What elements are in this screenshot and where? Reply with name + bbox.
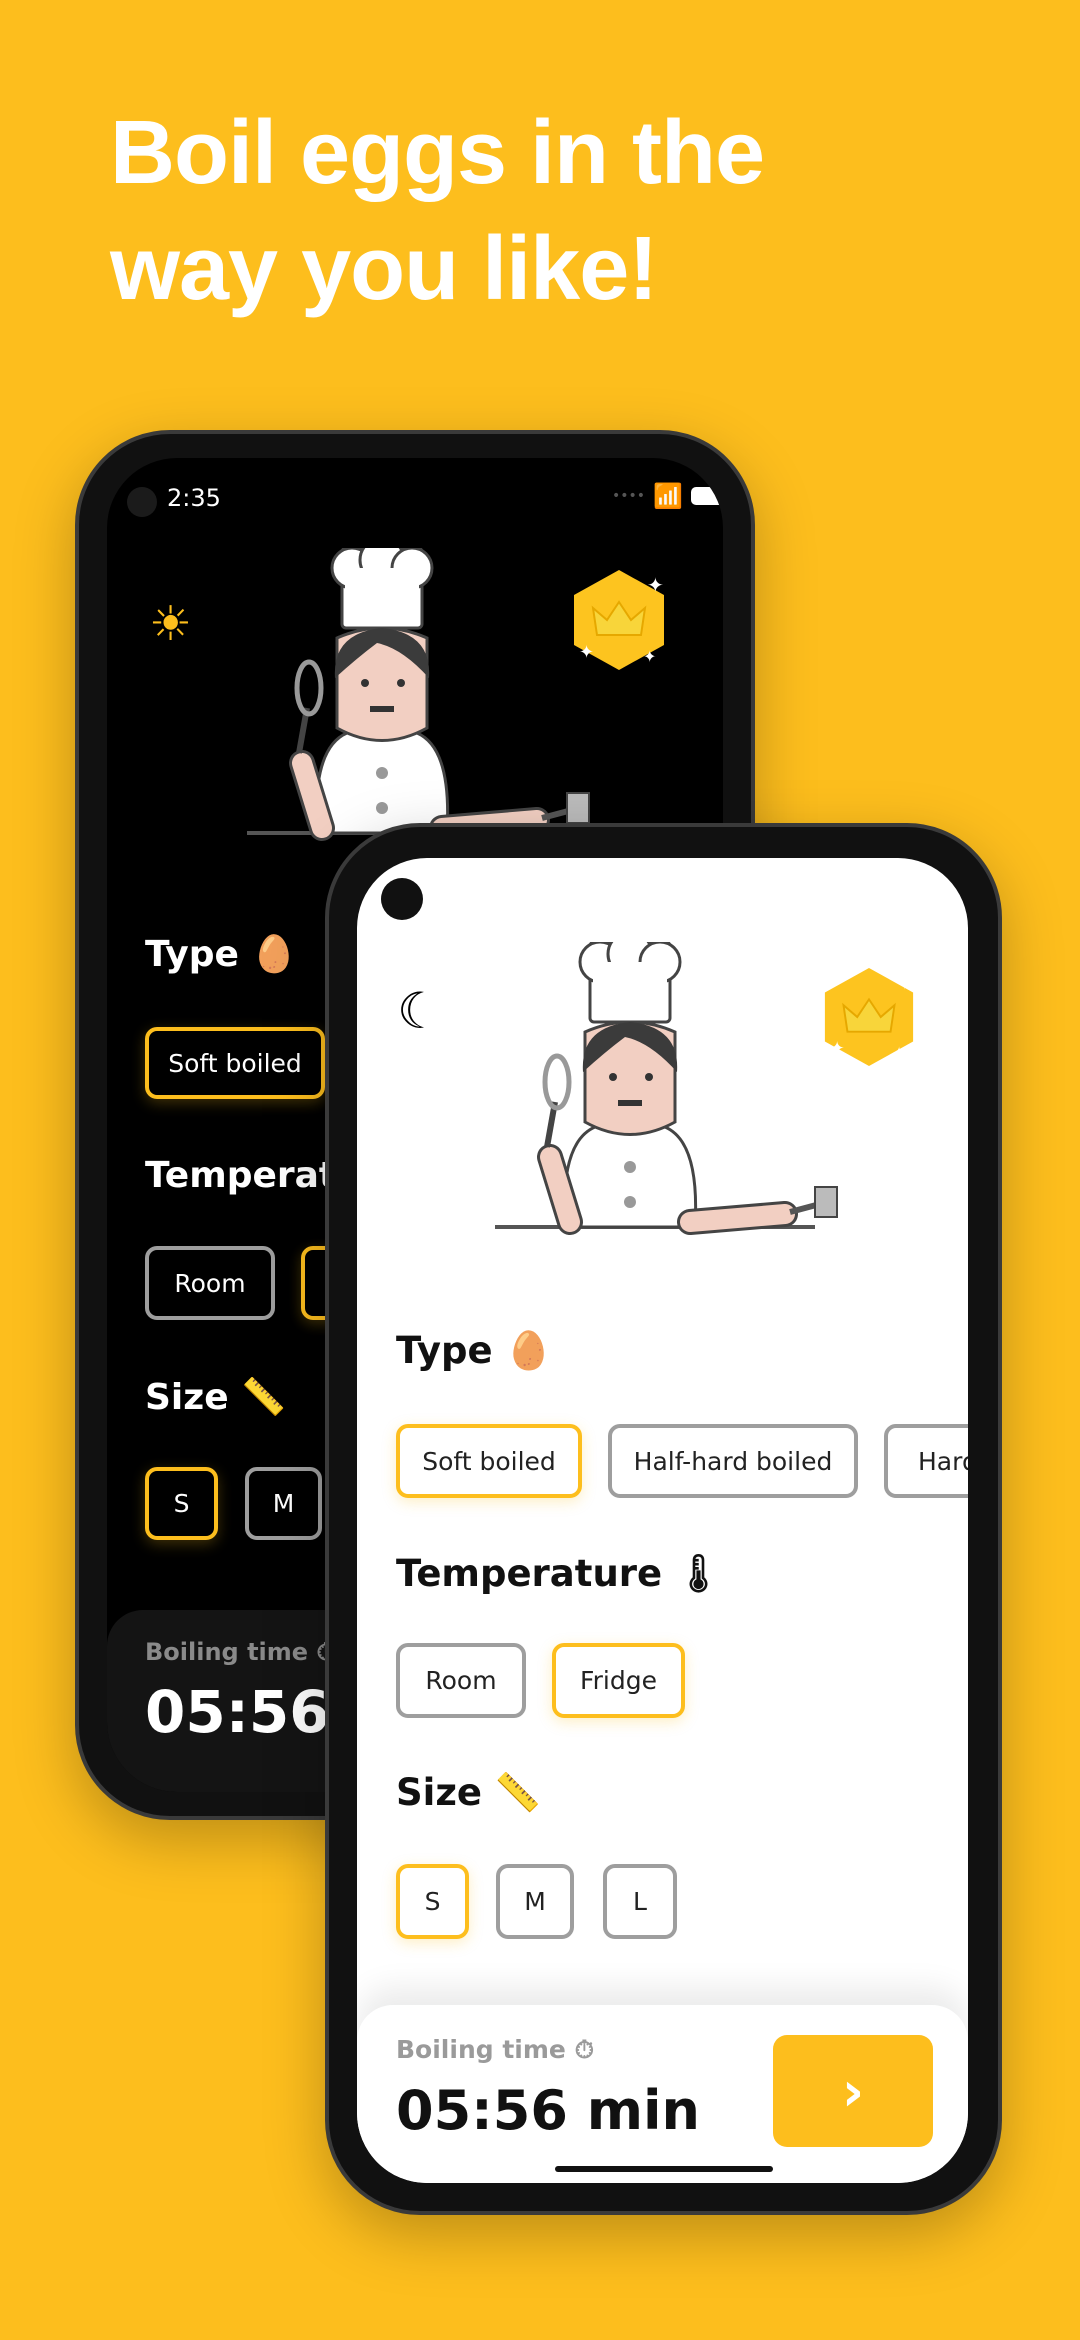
next-button[interactable]: › xyxy=(773,2035,933,2147)
type-option-soft-boiled[interactable]: Soft boiled xyxy=(145,1027,325,1099)
ruler-icon: 📏 xyxy=(494,1771,541,1814)
signal-dots-icon: •••• xyxy=(612,488,646,504)
egg-icon: 🥚 xyxy=(505,1329,552,1372)
crown-badge-icon[interactable] xyxy=(569,570,669,670)
size-option-s[interactable]: S xyxy=(145,1467,218,1540)
sun-icon[interactable]: ☀ xyxy=(149,596,192,652)
boiling-time-value: 05:56 min xyxy=(396,2079,700,2142)
moon-icon[interactable]: ☾ xyxy=(397,982,442,1040)
headline: Boil eggs in the way you like! xyxy=(110,95,765,327)
type-title-text: Type xyxy=(145,934,239,975)
timer-icon: ⏱ xyxy=(574,2035,595,2064)
temperature-option-room[interactable]: Room xyxy=(396,1643,526,1718)
status-icons: •••• 📶 xyxy=(612,482,723,510)
size-option-l[interactable]: L xyxy=(603,1864,677,1939)
size-option-m[interactable]: M xyxy=(496,1864,574,1939)
size-title: Size 📏 xyxy=(396,1771,541,1815)
boiling-label-text: Boiling time xyxy=(396,2035,566,2064)
temperature-title-text: Temperature xyxy=(396,1552,663,1595)
front-phone-mockup: ☾ Type 🥚 Soft boiled Half-hard boiled Ha… xyxy=(325,823,1002,2215)
home-indicator[interactable] xyxy=(555,2166,773,2172)
size-title: Size 📏 xyxy=(145,1376,286,1418)
front-phone-screen: ☾ Type 🥚 Soft boiled Half-hard boiled Ha… xyxy=(357,858,968,2183)
size-option-m[interactable]: M xyxy=(245,1467,322,1540)
temperature-option-fridge[interactable]: Fridge xyxy=(552,1643,685,1718)
thermometer-icon: 🌡 xyxy=(675,1552,723,1595)
chef-illustration xyxy=(485,942,845,1242)
type-title: Type 🥚 xyxy=(145,933,296,975)
boiling-label-text: Boiling time xyxy=(145,1638,309,1666)
size-option-s[interactable]: S xyxy=(396,1864,469,1939)
boiling-label: Boiling time ⏱ xyxy=(145,1638,335,1666)
boiling-label: Boiling time ⏱ xyxy=(396,2035,594,2065)
headline-line-1: Boil eggs in the xyxy=(110,103,765,203)
camera-hole xyxy=(127,487,157,517)
wifi-icon: 📶 xyxy=(653,482,683,510)
battery-icon xyxy=(690,487,723,505)
crown-badge-icon[interactable] xyxy=(820,968,918,1066)
egg-icon: 🥚 xyxy=(251,934,297,975)
size-title-text: Size xyxy=(145,1377,229,1418)
temperature-option-room[interactable]: Room xyxy=(145,1246,275,1320)
type-option-soft-boiled[interactable]: Soft boiled xyxy=(396,1424,582,1498)
camera-hole xyxy=(381,878,423,920)
type-option-hard[interactable]: Hard xyxy=(884,1424,968,1498)
type-title-text: Type xyxy=(396,1329,493,1372)
status-time: 2:35 xyxy=(167,484,221,512)
chef-illustration xyxy=(237,548,597,848)
ruler-icon: 📏 xyxy=(241,1377,287,1418)
size-title-text: Size xyxy=(396,1771,482,1814)
type-option-half-hard-boiled[interactable]: Half-hard boiled xyxy=(608,1424,858,1498)
headline-line-2: way you like! xyxy=(110,219,658,319)
type-title: Type 🥚 xyxy=(396,1329,552,1373)
temperature-title: Temperature 🌡 xyxy=(396,1552,722,1596)
boiling-panel: Boiling time ⏱ 05:56 min › xyxy=(357,2005,968,2183)
